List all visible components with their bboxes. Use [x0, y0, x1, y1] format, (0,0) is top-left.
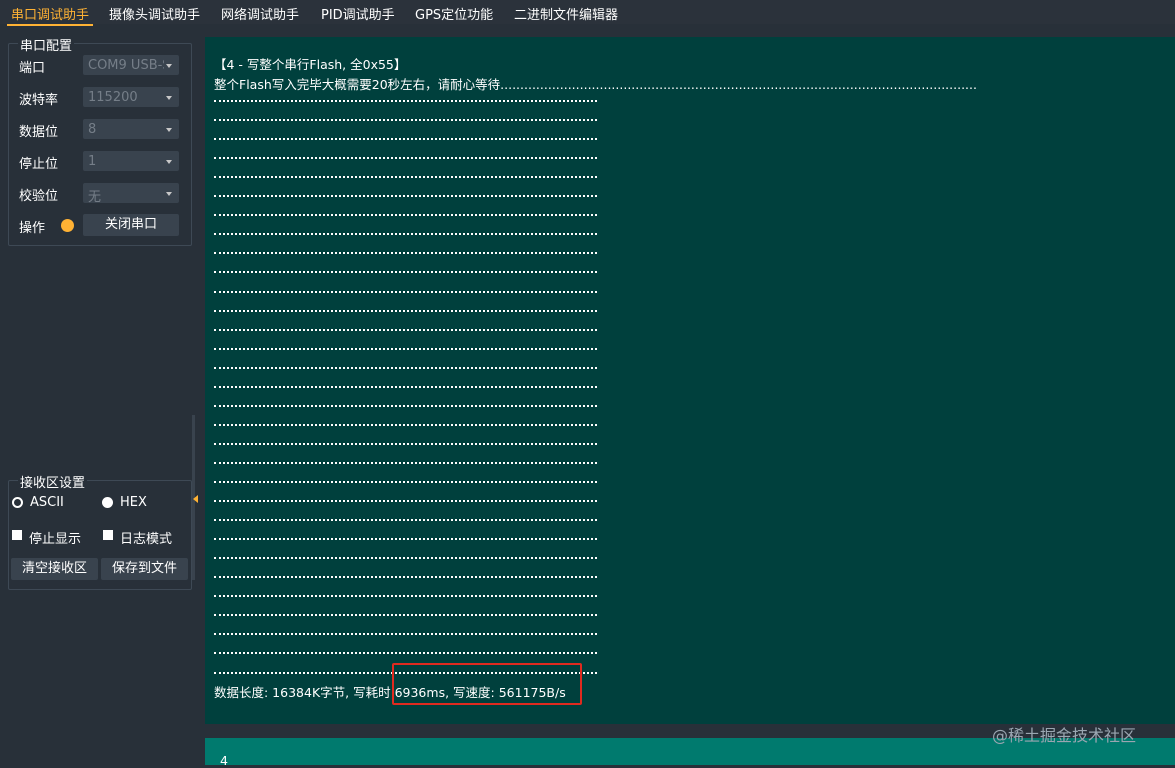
- progress-dot-row: [214, 576, 597, 579]
- progress-dot-row: [214, 385, 597, 388]
- databits-select[interactable]: 8: [83, 119, 179, 139]
- receive-header-line: 【4 - 写整个串行Flash, 全0x55】: [214, 57, 407, 72]
- progress-dot-row: [214, 595, 597, 598]
- progress-dot-row: [214, 347, 597, 350]
- chevron-down-icon: [166, 128, 172, 132]
- parity-value: 无: [88, 190, 102, 205]
- log-mode-checkbox[interactable]: [103, 530, 113, 540]
- menu-item-gps[interactable]: GPS定位功能: [415, 4, 493, 23]
- ascii-label[interactable]: ASCII: [30, 495, 64, 510]
- menu-item-pid-assistant[interactable]: PID调试助手: [321, 4, 395, 23]
- hex-label[interactable]: HEX: [120, 495, 147, 510]
- progress-dot-row: [214, 461, 597, 464]
- progress-dot-row: [214, 633, 597, 636]
- chevron-down-icon: [166, 160, 172, 164]
- connection-status-icon: [61, 219, 74, 232]
- menu-item-binary-editor[interactable]: 二进制文件编辑器: [514, 4, 618, 23]
- progress-dot-row: [214, 423, 597, 426]
- stop-display-label[interactable]: 停止显示: [29, 528, 81, 547]
- menu-item-serial-assistant[interactable]: 串口调试助手: [6, 4, 94, 26]
- parity-select[interactable]: 无: [83, 183, 179, 205]
- clear-receive-button[interactable]: 清空接收区: [11, 558, 98, 580]
- progress-dot-row: [214, 500, 597, 503]
- port-value: COM9 USB-SERIAL: [88, 58, 164, 73]
- progress-dot-row: [214, 309, 597, 312]
- progress-dot-row: [214, 614, 597, 617]
- hex-radio[interactable]: [102, 497, 113, 508]
- close-port-button[interactable]: 关闭串口: [83, 214, 179, 236]
- port-select[interactable]: COM9 USB-SERIAL: [83, 55, 179, 75]
- stopbits-label: 停止位: [19, 157, 59, 172]
- chevron-down-icon: [166, 96, 172, 100]
- stop-display-checkbox[interactable]: [12, 530, 22, 540]
- progress-dot-row: [214, 157, 597, 160]
- progress-dot-row: [214, 557, 597, 560]
- baud-label: 波特率: [19, 93, 59, 108]
- operation-label: 操作: [19, 221, 46, 236]
- progress-dot-row: [214, 652, 597, 655]
- databits-label: 数据位: [19, 125, 59, 140]
- databits-value: 8: [88, 122, 97, 137]
- progress-dot-row: [214, 404, 597, 407]
- progress-dot-row: [214, 252, 597, 255]
- stopbits-value: 1: [88, 154, 97, 169]
- watermark: @稀土掘金技术社区: [992, 726, 1137, 745]
- baud-select[interactable]: 115200: [83, 87, 179, 107]
- menu-item-network-assistant[interactable]: 网络调试助手: [221, 4, 299, 23]
- progress-dot-row: [214, 290, 597, 293]
- progress-dot-row: [214, 538, 597, 541]
- menu-item-camera-assistant[interactable]: 摄像头调试助手: [109, 4, 200, 23]
- progress-dot-row: [214, 233, 597, 236]
- progress-dot-row: [214, 328, 597, 331]
- result-highlight-box: [392, 663, 582, 705]
- receive-settings-title: 接收区设置: [18, 472, 88, 491]
- progress-dot-row: [214, 366, 597, 369]
- progress-dot-row: [214, 481, 597, 483]
- progress-dot-row: [214, 119, 597, 122]
- receive-info-line: 整个Flash写入完毕大概需要20秒左右，请耐心等待..............…: [214, 77, 977, 92]
- stopbits-select[interactable]: 1: [83, 151, 179, 171]
- progress-dot-row: [214, 138, 597, 141]
- serial-config-title: 串口配置: [18, 35, 75, 54]
- log-mode-label[interactable]: 日志模式: [120, 528, 172, 547]
- progress-dot-row: [214, 519, 597, 522]
- collapse-arrow-icon[interactable]: [193, 495, 198, 503]
- progress-dot-row: [214, 271, 597, 274]
- save-to-file-button[interactable]: 保存到文件: [101, 558, 188, 580]
- progress-dot-row: [214, 176, 597, 179]
- top-menu-bar: 串口调试助手 摄像头调试助手 网络调试助手 PID调试助手 GPS定位功能 二进…: [0, 0, 1175, 26]
- progress-dot-row: [214, 442, 597, 445]
- parity-label: 校验位: [19, 189, 59, 204]
- chevron-down-icon: [166, 192, 172, 196]
- send-text: 4: [220, 753, 228, 768]
- result-prefix: 数据长度: 16384K字节, 写耗时: [214, 685, 395, 700]
- receive-area[interactable]: 【4 - 写整个串行Flash, 全0x55】 整个Flash写入完毕大概需要2…: [205, 37, 1175, 724]
- port-label: 端口: [19, 61, 46, 76]
- progress-dot-row: [214, 100, 597, 102]
- chevron-down-icon: [166, 64, 172, 68]
- ascii-radio[interactable]: [12, 497, 23, 508]
- progress-dot-row: [214, 214, 597, 217]
- progress-dot-row: [214, 195, 597, 198]
- baud-value: 115200: [88, 90, 138, 105]
